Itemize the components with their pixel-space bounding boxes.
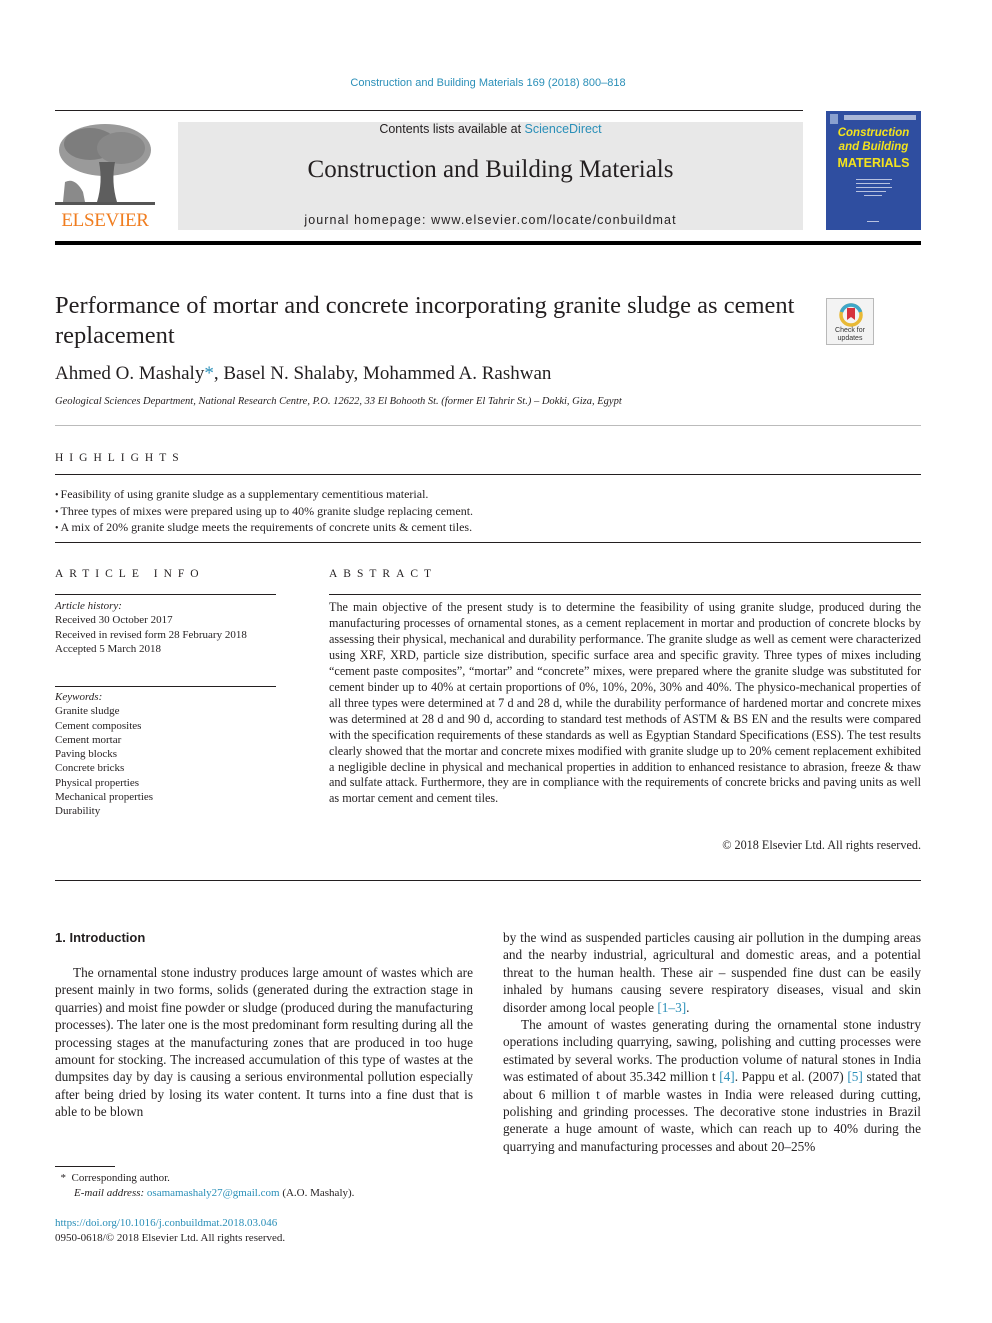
article-history-label: Article history:	[55, 600, 122, 612]
contents-prefix: Contents lists available at	[379, 122, 525, 136]
keyword-item: Concrete bricks	[55, 762, 125, 775]
check-for-updates-button[interactable]: Check for updates	[826, 298, 874, 345]
header-thick-rule	[55, 241, 921, 245]
footnote-rule	[55, 1166, 115, 1167]
cover-text-line	[856, 183, 890, 184]
citation-link[interactable]: [5]	[847, 1069, 863, 1084]
highlights-bottom-rule	[55, 542, 921, 543]
abstract-rule	[329, 594, 921, 595]
keywords-label: Keywords:	[55, 691, 103, 703]
citation-link[interactable]: [1–3]	[657, 1000, 686, 1015]
keywords-block: Keywords: Granite sludge Cement composit…	[55, 690, 280, 819]
article-history: Article history: Received 30 October 201…	[55, 599, 280, 656]
keyword-item: Physical properties	[55, 776, 140, 789]
abstract-copyright: © 2018 Elsevier Ltd. All rights reserved…	[722, 838, 921, 852]
journal-homepage[interactable]: journal homepage: www.elsevier.com/locat…	[178, 213, 803, 227]
keyword-item: Paving blocks	[55, 748, 118, 761]
issn-line: 0950-0618/© 2018 Elsevier Ltd. All right…	[55, 1232, 286, 1245]
cover-title-line3: MATERIALS	[837, 156, 910, 170]
body-paragraph: The amount of wastes generating during t…	[503, 1016, 921, 1155]
coauthor-names: , Basel N. Shalaby, Mohammed A. Rashwan	[213, 363, 552, 384]
email-label: E-mail address:	[74, 1187, 145, 1200]
body-paragraph: by the wind as suspended particles causi…	[503, 929, 921, 1016]
check-updates-line2: updates	[837, 334, 863, 342]
cover-title-line2: and Building	[838, 141, 909, 153]
header-rule	[55, 110, 803, 111]
cover-text-line	[856, 187, 892, 188]
article-info-heading: ARTICLE INFO	[55, 568, 205, 580]
section-heading: 1. Introduction	[55, 930, 146, 945]
history-item: Received in revised form 28 February 201…	[55, 628, 247, 641]
keywords-rule	[55, 686, 276, 687]
abstract-bottom-rule	[55, 880, 921, 881]
journal-masthead: Contents lists available at ScienceDirec…	[178, 122, 803, 230]
cover-title-line1: Construction	[837, 127, 910, 139]
history-item: Accepted 5 March 2018	[55, 642, 161, 655]
article-title: Performance of mortar and concrete incor…	[55, 292, 795, 349]
email-note: E-mail address: osamamashaly27@gmail.com…	[55, 1186, 354, 1201]
highlight-item: A mix of 20% granite sludge meets the re…	[55, 520, 921, 537]
email-suffix: (A.O. Mashaly).	[282, 1187, 355, 1200]
footnote-mark: *	[60, 1172, 67, 1184]
journal-cover[interactable]: Construction and Building MATERIALS	[826, 111, 921, 230]
keyword-item: Durability	[55, 805, 101, 818]
abstract-heading: ABSTRACT	[329, 568, 438, 580]
email-link[interactable]: osamamashaly27@gmail.com	[147, 1187, 280, 1199]
highlights-top-rule	[55, 474, 921, 475]
affiliation: Geological Sciences Department, National…	[55, 396, 622, 407]
doi-block: https://doi.org/10.1016/j.conbuildmat.20…	[55, 1216, 285, 1247]
author-list: Ahmed O. Mashaly*, Basel N. Shalaby, Moh…	[55, 363, 551, 385]
keyword-item: Mechanical properties	[55, 791, 154, 804]
body-left-column: The ornamental stone industry produces l…	[55, 964, 473, 1121]
corresponding-author-note: * Corresponding author.	[55, 1171, 354, 1186]
highlight-item: Feasibility of using granite sludge as a…	[55, 487, 921, 504]
keyword-item: Cement mortar	[55, 733, 122, 746]
journal-reference[interactable]: Construction and Building Materials 169 …	[0, 77, 976, 89]
author-name: Ahmed O. Mashaly	[55, 363, 205, 384]
cover-text-line	[867, 221, 879, 222]
footnote-text: Corresponding author.	[71, 1172, 170, 1184]
check-updates-line1: Check for	[835, 327, 865, 334]
highlights-heading: HIGHLIGHTS	[55, 452, 185, 464]
cover-text-line	[856, 191, 886, 192]
body-paragraph: The ornamental stone industry produces l…	[55, 965, 473, 1120]
journal-title: Construction and Building Materials	[307, 156, 674, 183]
keyword-item: Granite sludge	[55, 705, 120, 718]
elsevier-tree-icon	[55, 122, 155, 208]
corresponding-author-link[interactable]: *	[204, 363, 214, 384]
paragraph-text: by the wind as suspended particles causi…	[503, 930, 921, 1015]
crossmark-icon	[839, 303, 863, 327]
body-right-column: by the wind as suspended particles causi…	[503, 929, 921, 1155]
cover-text-line	[856, 179, 892, 180]
sciencedirect-link[interactable]: ScienceDirect	[525, 122, 602, 136]
check-updates-label: Check for updates	[827, 327, 873, 342]
paragraph-text: .	[686, 999, 690, 1015]
doi-link[interactable]: https://doi.org/10.1016/j.conbuildmat.20…	[55, 1216, 285, 1231]
article-info-rule	[55, 594, 276, 595]
highlights-list: Feasibility of using granite sludge as a…	[55, 487, 921, 537]
cover-text-line	[864, 195, 882, 196]
keyword-item: Cement composites	[55, 719, 142, 732]
divider	[55, 425, 921, 426]
cover-title: Construction and Building	[826, 126, 921, 154]
paragraph-text: . Pappu et al. (2007)	[734, 1069, 848, 1085]
elsevier-wordmark: ELSEVIER	[61, 210, 149, 231]
history-item: Received 30 October 2017	[55, 614, 173, 627]
elsevier-logo[interactable]: ELSEVIER	[55, 122, 155, 232]
cover-bar	[844, 115, 916, 120]
abstract-text: The main objective of the present study …	[329, 600, 921, 806]
cover-logo-icon	[830, 114, 838, 124]
highlight-item: Three types of mixes were prepared using…	[55, 504, 921, 521]
citation-link[interactable]: [4]	[719, 1069, 735, 1084]
contents-available: Contents lists available at ScienceDirec…	[178, 122, 803, 136]
footnote: * Corresponding author. E-mail address: …	[55, 1171, 355, 1202]
